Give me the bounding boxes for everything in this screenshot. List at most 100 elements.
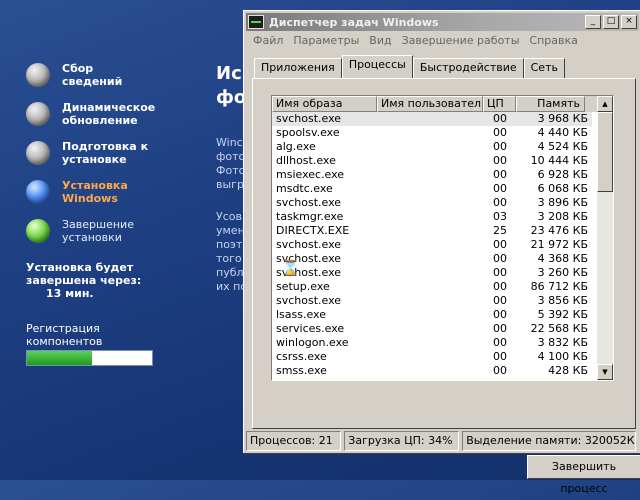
menu-help[interactable]: Справка (524, 34, 582, 47)
process-user-name (379, 140, 487, 154)
process-row[interactable]: lsass.exe 00 5 392 КБ (272, 308, 613, 322)
step-done-icon (26, 102, 50, 126)
process-row[interactable]: services.exe 00 22 568 КБ (272, 322, 613, 336)
process-image-name: svchost.exe (276, 266, 342, 279)
scroll-up-arrow-icon[interactable]: ▲ (597, 96, 613, 112)
process-image-name: winlogon.exe (276, 336, 349, 349)
process-cpu: 00 (493, 126, 507, 139)
process-image-name: smss.exe (276, 364, 327, 377)
process-row[interactable]: DIRECTX.EXE 25 23 476 КБ (272, 224, 613, 238)
column-header-memory[interactable]: Память (516, 96, 585, 112)
maximize-button[interactable]: □ (603, 15, 619, 29)
process-cpu: 00 (493, 350, 507, 363)
registration-progress-bar (26, 350, 153, 366)
process-memory: 21 972 КБ (530, 238, 588, 251)
process-row[interactable]: winlogon.exe 00 3 832 КБ (272, 336, 613, 350)
setup-step-dynamic-update: Динамическое обновление (26, 101, 155, 127)
task-manager-window: Диспетчер задач Windows _ □ × Файл Парам… (243, 10, 640, 495)
time-remaining: Установка будет завершена через: 13 мин. (26, 261, 166, 300)
end-process-button[interactable]: Завершить процесс (527, 455, 640, 495)
processes-panel: Имя образа Имя пользователя ЦП Память sv… (252, 78, 640, 495)
process-row[interactable]: smss.exe 00 428 КБ (272, 364, 613, 378)
process-memory: 4 100 КБ (537, 350, 588, 363)
tab-networking[interactable]: Сеть (523, 58, 565, 78)
column-header-image-name[interactable]: Имя образа (272, 96, 377, 112)
process-list[interactable]: Имя образа Имя пользователя ЦП Память sv… (271, 95, 614, 381)
process-user-name (379, 350, 487, 364)
process-row[interactable]: msdtc.exe 00 6 068 КБ (272, 182, 613, 196)
title-bar[interactable]: Диспетчер задач Windows _ □ × (246, 13, 639, 31)
column-header-cpu[interactable]: ЦП (483, 96, 516, 112)
process-cpu: 25 (493, 224, 507, 237)
process-memory: 3 260 КБ (537, 266, 588, 279)
process-image-name: lsass.exe (276, 308, 326, 321)
process-image-name: csrss.exe (276, 350, 327, 363)
process-row[interactable]: svchost.exe 00 3 856 КБ (272, 294, 613, 308)
menu-bar: Файл Параметры Вид Завершение работы Спр… (244, 31, 640, 50)
process-user-name (379, 308, 487, 322)
process-image-name: svchost.exe (276, 238, 342, 251)
process-row[interactable]: taskmgr.exe 03 3 208 КБ (272, 210, 613, 224)
step-done-icon (26, 141, 50, 165)
menu-file[interactable]: Файл (248, 34, 288, 47)
vertical-scrollbar[interactable]: ▲ ▼ (597, 96, 613, 380)
process-memory: 3 832 КБ (537, 336, 588, 349)
process-row[interactable]: svchost.exe 00 4 368 КБ (272, 252, 613, 266)
process-memory: 6 928 КБ (537, 168, 588, 181)
process-user-name (379, 154, 487, 168)
process-cpu: 00 (493, 196, 507, 209)
process-cpu: 00 (493, 308, 507, 321)
process-row[interactable]: svchost.exe 00 3 896 КБ (272, 196, 613, 210)
process-row[interactable]: svchost.exe 00 3 260 КБ (272, 266, 613, 280)
scroll-down-arrow-icon[interactable]: ▼ (597, 364, 613, 380)
process-cpu: 00 (493, 252, 507, 265)
process-image-name: spoolsv.exe (276, 126, 340, 139)
process-memory: 3 208 КБ (537, 210, 588, 223)
status-process-count: Процессов: 21 (246, 431, 342, 451)
process-row[interactable]: dllhost.exe 00 10 444 КБ (272, 154, 613, 168)
process-rows: svchost.exe 00 3 968 КБ spoolsv.exe 00 4 440 … (272, 112, 613, 378)
process-image-name: dllhost.exe (276, 154, 336, 167)
time-remaining-line2: завершена через: (26, 274, 142, 287)
process-user-name (379, 294, 487, 308)
column-header-user-name[interactable]: Имя пользователя (377, 96, 483, 112)
setup-step-label: Завершение установки (62, 218, 134, 244)
process-user-name (379, 280, 487, 294)
process-cpu: 03 (493, 210, 507, 223)
menu-shutdown[interactable]: Завершение работы (397, 34, 525, 47)
process-row[interactable]: svchost.exe 00 21 972 КБ (272, 238, 613, 252)
tab-performance[interactable]: Быстродействие (412, 58, 524, 78)
setup-step-label: Сбор сведений (62, 62, 123, 88)
menu-view[interactable]: Вид (364, 34, 396, 47)
menu-options[interactable]: Параметры (288, 34, 364, 47)
process-cpu: 00 (493, 154, 507, 167)
process-cpu: 00 (493, 322, 507, 335)
minimize-button[interactable]: _ (585, 15, 601, 29)
setup-step-prepare: Подготовка к установке (26, 140, 148, 166)
process-cpu: 00 (493, 266, 507, 279)
process-memory: 4 524 КБ (537, 140, 588, 153)
scrollbar-thumb[interactable] (597, 112, 613, 192)
process-user-name (379, 336, 487, 350)
process-row[interactable]: setup.exe 00 86 712 КБ (272, 280, 613, 294)
process-row[interactable]: msiexec.exe 00 6 928 КБ (272, 168, 613, 182)
process-image-name: setup.exe (276, 280, 330, 293)
process-image-name: svchost.exe (276, 294, 342, 307)
time-remaining-value: 13 мин. (46, 287, 94, 300)
tab-processes[interactable]: Процессы (341, 55, 413, 78)
process-image-name: DIRECTX.EXE (276, 224, 350, 237)
close-button[interactable]: × (621, 15, 637, 29)
process-cpu: 00 (493, 364, 507, 377)
process-image-name: msiexec.exe (276, 168, 345, 181)
process-user-name (379, 182, 487, 196)
process-row[interactable]: spoolsv.exe 00 4 440 КБ (272, 126, 613, 140)
registration-progress-fill (27, 351, 92, 365)
process-row[interactable]: alg.exe 00 4 524 КБ (272, 140, 613, 154)
process-user-name (379, 266, 487, 280)
tab-applications[interactable]: Приложения (254, 58, 342, 78)
process-row[interactable]: svchost.exe 00 3 968 КБ (272, 112, 613, 126)
process-image-name: svchost.exe (276, 196, 342, 209)
process-row[interactable]: csrss.exe 00 4 100 КБ (272, 350, 613, 364)
process-cpu: 00 (493, 182, 507, 195)
process-image-name: taskmgr.exe (276, 210, 344, 223)
